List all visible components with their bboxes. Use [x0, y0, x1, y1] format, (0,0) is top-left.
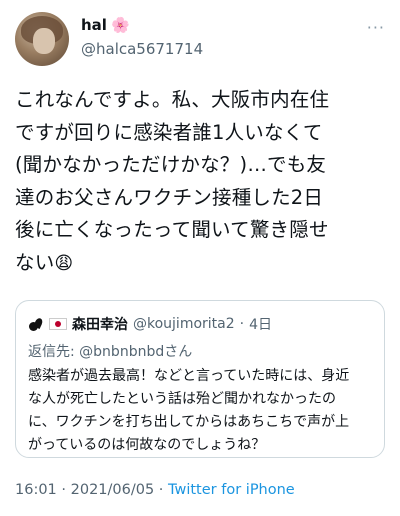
author-avatar[interactable] [15, 12, 69, 66]
quoted-author-handle[interactable]: @koujimorita2 [133, 316, 235, 332]
tweet-date[interactable]: 2021/06/05 [71, 482, 155, 498]
cherry-blossom-icon: 🌸 [110, 16, 130, 34]
quoted-tweet-text: 感染者が過去最高！などと言っていた時には、身近 な人が死亡したという話は殆ど聞か… [28, 368, 350, 453]
more-horizontal-icon[interactable]: ··· [367, 18, 385, 37]
tweet-text: これなんですよ。私、大阪市内在住 ですが回りに感染者誰1人いなくて (聞かなかっ… [15, 88, 330, 274]
tweet-source-link[interactable]: Twitter for iPhone [168, 482, 295, 498]
weary-face-icon: 😩 [54, 252, 74, 274]
tweet-metadata: 16:01 · 2021/06/05 · Twitter for iPhone [15, 482, 295, 498]
author-name-row[interactable]: hal 🌸 [81, 16, 130, 34]
quoted-reply-context: 返信先: @bnbnbnbdさん [28, 341, 192, 361]
meta-separator: · [56, 482, 71, 498]
meta-separator: · [154, 482, 169, 498]
tweet-body: これなんですよ。私、大阪市内在住 ですが回りに感染者誰1人いなくて (聞かなかっ… [15, 84, 387, 280]
reply-prefix: 返信先: [28, 344, 80, 360]
black-cat-icon[interactable] [28, 316, 44, 332]
author-handle[interactable]: @halca5671714 [81, 40, 203, 58]
japan-flag-icon [49, 318, 67, 330]
avatar-face-shape [33, 28, 55, 54]
quoted-timestamp[interactable]: 4日 [249, 314, 272, 334]
tweet-header: hal 🌸 @halca5671714 ··· [15, 12, 385, 68]
author-display-name[interactable]: hal [81, 16, 107, 34]
quoted-tweet-card[interactable]: 森田幸治 @koujimorita2 · 4日 返信先: @bnbnbnbdさん… [15, 300, 385, 458]
reply-to-link[interactable]: @bnbnbnbdさん [79, 344, 192, 360]
quoted-author-name[interactable]: 森田幸治 [72, 314, 128, 334]
quoted-separator: · [239, 316, 245, 332]
tweet-time[interactable]: 16:01 [15, 482, 57, 498]
quoted-tweet-header: 森田幸治 @koujimorita2 · 4日 [28, 314, 272, 334]
